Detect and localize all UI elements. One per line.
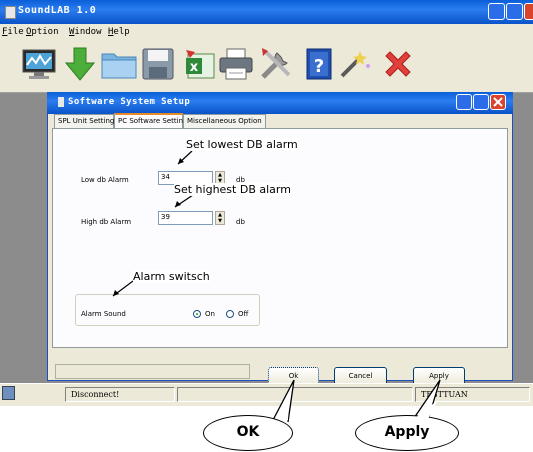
annotation-high: Set highest DB alarm bbox=[174, 183, 291, 196]
annotation-switch: Alarm switsch bbox=[133, 270, 210, 283]
annotation-lines bbox=[112, 150, 441, 423]
callout-tails bbox=[275, 400, 438, 420]
annotation-low: Set lowest DB alarm bbox=[186, 138, 298, 151]
